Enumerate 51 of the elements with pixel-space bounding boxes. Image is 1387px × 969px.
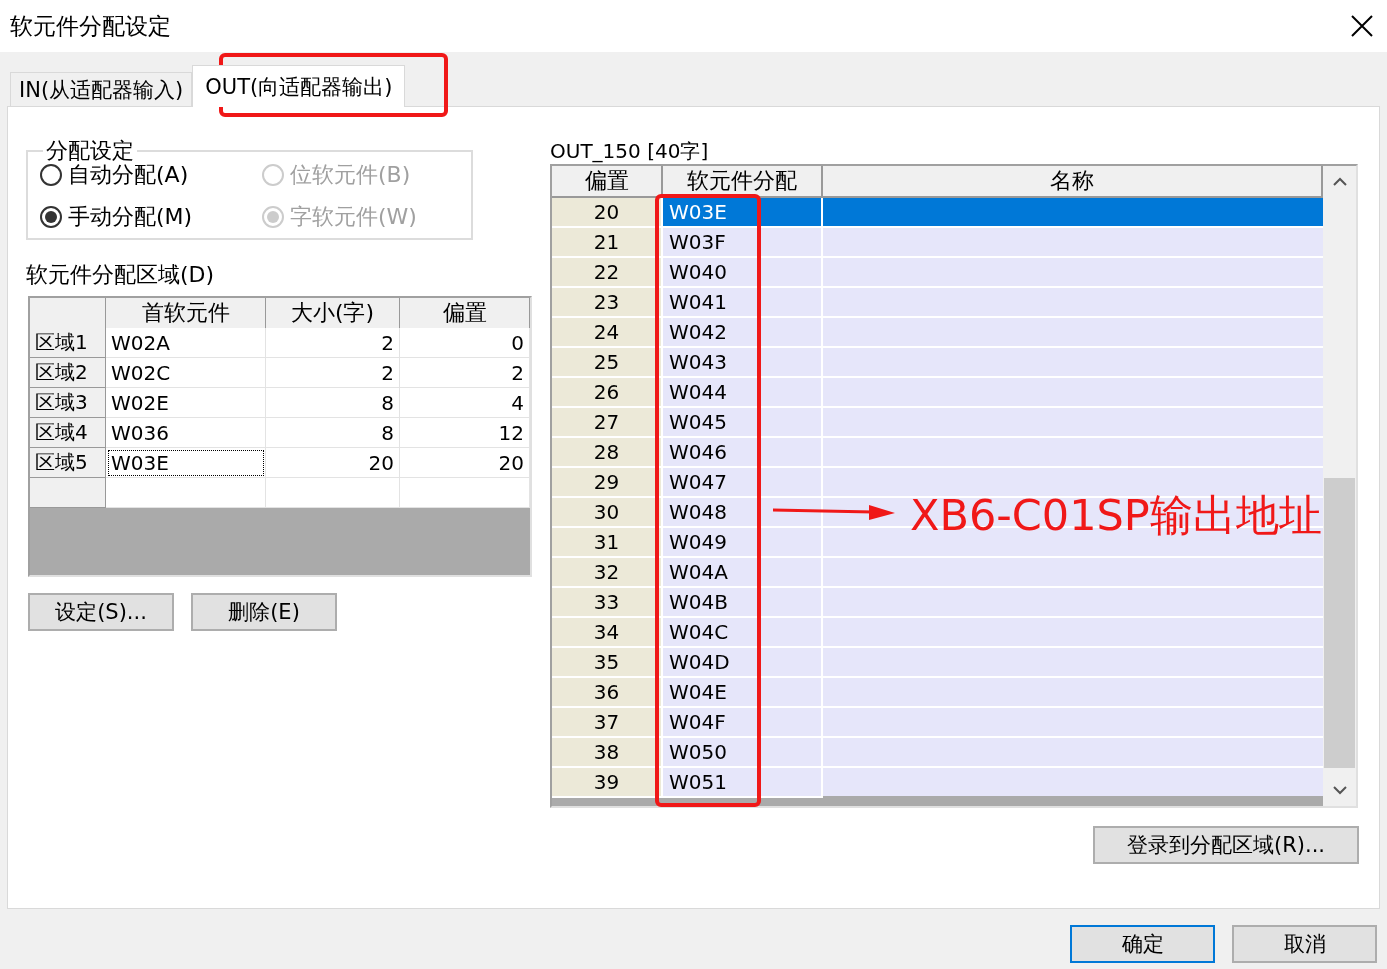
radio-button[interactable] — [40, 206, 62, 228]
row-header: 31 — [552, 528, 663, 558]
row-header: 区域3 — [30, 388, 106, 418]
column-header: 大小(字) — [266, 298, 400, 329]
row-header: 20 — [552, 198, 663, 228]
radio-button[interactable] — [40, 164, 62, 186]
table-cell[interactable] — [400, 478, 530, 508]
annotation-label: XB6-C01SP输出地址 — [910, 490, 1322, 540]
close-icon[interactable] — [1351, 15, 1373, 37]
row-header: 23 — [552, 288, 663, 318]
table-cell[interactable] — [266, 478, 400, 508]
row-header: 37 — [552, 708, 663, 738]
column-header: 偏置 — [400, 298, 530, 329]
table-caption: OUT_150 [40字] — [550, 138, 710, 164]
table-cell[interactable]: W051 — [663, 768, 823, 798]
table-cell[interactable] — [106, 478, 266, 508]
dialog-button[interactable]: 确定 — [1070, 925, 1215, 963]
register-button[interactable]: 登录到分配区域(R)... — [1093, 826, 1359, 864]
row-header: 24 — [552, 318, 663, 348]
row-header: 35 — [552, 648, 663, 678]
scrollbar[interactable] — [1323, 166, 1356, 806]
row-header: 33 — [552, 588, 663, 618]
table-cell[interactable]: W03E — [663, 198, 823, 228]
row-header: 30 — [552, 498, 663, 528]
row-header: 区域5 — [30, 448, 106, 478]
tab[interactable]: OUT(向适配器输出) — [192, 65, 406, 107]
row-header: 28 — [552, 438, 663, 468]
row-header: 38 — [552, 738, 663, 768]
section-label: 软元件分配区域(D) — [26, 261, 216, 289]
row-header: 区域2 — [30, 358, 106, 388]
dialog-button[interactable]: 设定(S)... — [28, 593, 174, 631]
tab[interactable]: IN(从适配器输入) — [10, 72, 193, 106]
window-title: 软元件分配设定 — [10, 11, 171, 41]
row-header: 25 — [552, 348, 663, 378]
scroll-thumb[interactable] — [1324, 478, 1355, 768]
dialog-button[interactable]: 删除(E) — [191, 593, 337, 631]
row-header: 32 — [552, 558, 663, 588]
row-header: 21 — [552, 228, 663, 258]
row-header: 29 — [552, 468, 663, 498]
radio-label[interactable]: 手动分配(M) — [68, 202, 193, 232]
row-header: 27 — [552, 408, 663, 438]
row-header: 39 — [552, 768, 663, 798]
row-header: 36 — [552, 678, 663, 708]
row-header: 26 — [552, 378, 663, 408]
row-header: 34 — [552, 618, 663, 648]
dialog-button[interactable]: 取消 — [1232, 925, 1377, 963]
table-cell[interactable]: W03E — [106, 448, 266, 478]
row-header: 22 — [552, 258, 663, 288]
row-header: 区域4 — [30, 418, 106, 448]
column-header: 首软元件 — [106, 298, 266, 329]
row-header: 区域1 — [30, 328, 106, 358]
